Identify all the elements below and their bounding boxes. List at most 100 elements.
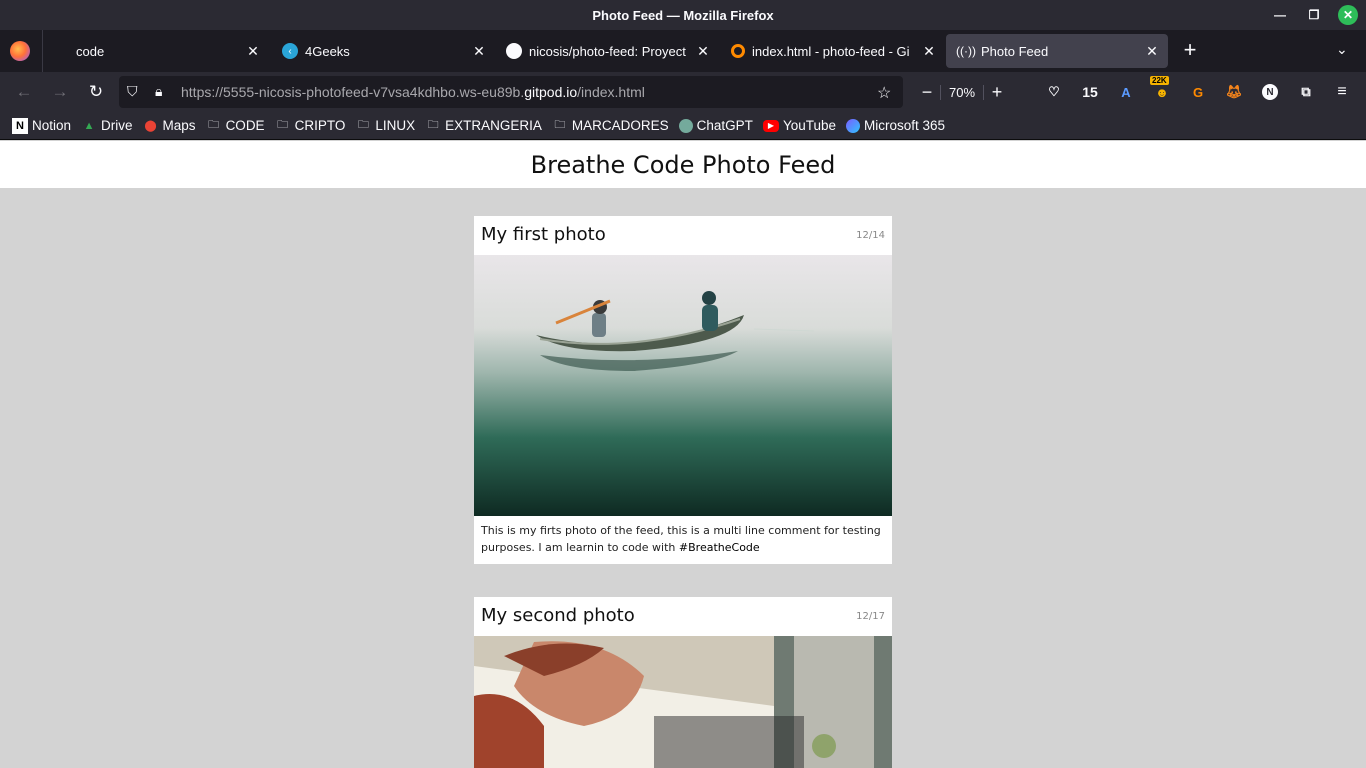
microsoft365-icon <box>846 118 860 133</box>
van-photo <box>474 636 892 768</box>
photo-title: My first photo <box>481 224 606 245</box>
close-tab-icon[interactable]: ✕ <box>919 43 939 60</box>
gitpod-icon <box>731 44 745 58</box>
translate-icon[interactable]: A <box>1116 82 1136 102</box>
folder-icon: 🗀︎ <box>357 119 369 131</box>
close-tab-icon[interactable]: ✕ <box>1142 43 1162 60</box>
reload-button[interactable]: ↻ <box>85 81 107 103</box>
bookmark-folder-cripto[interactable]: 🗀︎ CRIPTO <box>275 118 346 134</box>
folder-icon: 🗀︎ <box>208 119 220 131</box>
zoom-level[interactable]: 70% <box>940 84 984 100</box>
bookmark-drive[interactable]: ▲ Drive <box>81 118 133 134</box>
bookmark-label: CODE <box>225 118 265 133</box>
bookmark-folder-linux[interactable]: 🗀︎ LINUX <box>355 118 415 134</box>
photo-card: My second photo 12/17 <box>474 597 892 768</box>
maximize-button[interactable]: ❐ <box>1304 5 1324 25</box>
url-host: gitpod.io <box>524 84 578 100</box>
close-tab-icon[interactable]: ✕ <box>243 43 263 60</box>
url-path: /index.html <box>577 84 645 100</box>
extension-count[interactable]: 15 <box>1080 82 1100 102</box>
hamburger-menu-icon[interactable]: ≡ <box>1332 82 1352 102</box>
honey-extension-icon[interactable]: ☻ 22K <box>1150 76 1172 102</box>
folder-icon: 🗀︎ <box>427 119 439 131</box>
zoom-in-button[interactable]: + <box>984 82 1010 103</box>
bookmark-label: Notion <box>32 118 72 133</box>
new-tab-button[interactable]: + <box>1178 39 1202 63</box>
github-icon <box>506 43 522 59</box>
extensions-puzzle-icon[interactable]: ⧉ <box>1296 82 1316 102</box>
close-window-button[interactable]: ✕ <box>1338 5 1358 25</box>
zoom-out-button[interactable]: − <box>914 82 940 103</box>
bookmark-folder-code[interactable]: 🗀︎ CODE <box>206 118 265 134</box>
navigation-toolbar: ← → ↻ ⛉ 🔒︎ https://5555-nicosis-photofee… <box>0 72 1366 112</box>
url-bar[interactable]: ⛉ 🔒︎ https://5555-nicosis-photofeed-v7vs… <box>119 76 903 108</box>
photo-card: My first photo 12/14 This is my firts ph… <box>474 216 892 564</box>
bookmark-label: MARCADORES <box>571 118 669 133</box>
woman-in-van-image <box>474 636 892 768</box>
url-prefix: https://5555-nicosis-photofeed-v7vsa4kdh… <box>181 84 525 100</box>
tab-4geeks[interactable]: ‹ 4Geeks ✕ <box>270 34 495 68</box>
bookmark-label: CRIPTO <box>294 118 346 133</box>
tab-label: 4Geeks <box>305 43 350 59</box>
bookmark-microsoft365[interactable]: Microsoft 365 <box>846 118 945 133</box>
gitpod-extension-icon[interactable]: G <box>1188 82 1208 102</box>
tracking-protection-shield-icon[interactable]: ⛉ <box>127 83 138 100</box>
4geeks-icon: ‹ <box>282 43 298 59</box>
bookmark-maps[interactable]: ⬤ Maps <box>143 118 196 134</box>
notion-icon: N <box>12 117 28 134</box>
card-header: My second photo 12/17 <box>474 597 892 636</box>
tab-gitpod[interactable]: index.html - photo-feed - Gi ✕ <box>719 34 945 68</box>
lock-icon[interactable]: 🔒︎ <box>155 83 162 100</box>
drive-icon: ▲ <box>83 119 95 132</box>
folder-icon: 🗀︎ <box>554 119 566 131</box>
list-all-tabs-icon[interactable]: ⌄ <box>1336 41 1348 58</box>
bookmark-folder-extrangeria[interactable]: 🗀︎ EXTRANGERIA <box>425 118 542 134</box>
photo-title: My second photo <box>481 605 635 626</box>
tab-label: Photo Feed <box>981 43 1049 59</box>
tab-label: index.html - photo-feed - Gi <box>752 43 910 59</box>
card-header: My first photo 12/14 <box>474 216 892 255</box>
forward-button[interactable]: → <box>49 81 71 103</box>
photo-date: 12/14 <box>856 230 885 241</box>
divider <box>42 30 43 72</box>
bookmark-star-icon[interactable]: ☆ <box>877 83 891 103</box>
bookmark-folder-marcadores[interactable]: 🗀︎ MARCADORES <box>552 118 669 134</box>
close-tab-icon[interactable]: ✕ <box>693 43 713 60</box>
bookmark-notion[interactable]: N Notion <box>12 117 72 134</box>
maps-icon: ⬤ <box>144 120 157 132</box>
tab-photo-feed[interactable]: ((·)) Photo Feed ✕ <box>946 34 1168 68</box>
bookmark-label: Drive <box>101 118 133 133</box>
url-text[interactable]: https://5555-nicosis-photofeed-v7vsa4kdh… <box>181 84 645 100</box>
metamask-icon[interactable]: 🦊︎ <box>1224 82 1244 102</box>
tab-github[interactable]: nicosis/photo-feed: Proyect ✕ <box>494 34 719 68</box>
broadcast-icon: ((·)) <box>956 44 976 58</box>
page-title: Breathe Code Photo Feed <box>0 141 1366 188</box>
bookmark-label: Maps <box>162 118 196 133</box>
folder-icon: 🗀︎ <box>277 119 289 131</box>
canoe-lake-image <box>474 255 892 516</box>
minimize-button[interactable]: — <box>1270 5 1290 25</box>
bookmark-youtube[interactable]: ▶ YouTube <box>762 118 836 133</box>
window-titlebar: Photo Feed — Mozilla Firefox — ❐ ✕ <box>0 0 1366 30</box>
pocket-icon[interactable]: ♡ <box>1044 82 1064 102</box>
avatar[interactable]: N <box>1262 84 1278 100</box>
tab-code[interactable]: code ✕ <box>64 34 269 68</box>
close-tab-icon[interactable]: ✕ <box>469 43 489 60</box>
tab-label: code <box>76 43 105 59</box>
youtube-icon: ▶ <box>762 119 779 132</box>
canoe-photo <box>474 255 892 516</box>
bookmark-label: Microsoft 365 <box>864 118 946 133</box>
back-button[interactable]: ← <box>13 81 35 103</box>
photo-caption: This is my firts photo of the feed, this… <box>474 516 892 564</box>
tab-label: nicosis/photo-feed: Proyect <box>529 43 686 59</box>
window-title: Photo Feed — Mozilla Firefox <box>592 7 774 23</box>
bookmarks-toolbar: N Notion ▲ Drive ⬤ Maps 🗀︎ CODE 🗀︎ CRIPTO 🗀︎ L… <box>0 112 1366 140</box>
zoom-controls: − 70% + <box>914 78 1010 106</box>
firefox-menu-icon[interactable] <box>10 41 30 61</box>
bookmark-label: EXTRANGERIA <box>445 118 542 133</box>
hashtag-link[interactable]: #BreatheCode <box>679 541 760 554</box>
bookmark-label: YouTube <box>782 118 836 133</box>
bookmark-label: LINUX <box>375 118 416 133</box>
page-content: Breathe Code Photo Feed My first photo 1… <box>0 141 1366 768</box>
bookmark-chatgpt[interactable]: ChatGPT <box>678 118 753 133</box>
